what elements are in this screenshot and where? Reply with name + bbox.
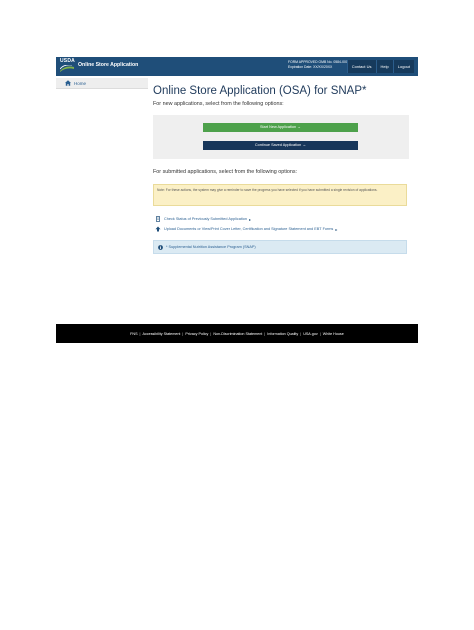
top-nav: Contact Us Help Logout [346, 60, 414, 73]
new-application-options: Start New Application → Continue Saved A… [153, 115, 409, 159]
start-new-application-button[interactable]: Start New Application → [203, 123, 358, 132]
check-status-link[interactable]: Check Status of Previously Submitted App… [153, 216, 251, 222]
chevron-right-icon: ▸ [248, 216, 251, 222]
footer-separator: | [319, 331, 321, 336]
omb-expiration: Expiration Date: XX/XX/20XX [288, 64, 333, 69]
sidebar: Home [56, 76, 148, 324]
upload-documents-link[interactable]: Upload Documents or View/Print Cover Let… [153, 226, 337, 232]
upload-documents-label: Upload Documents or View/Print Cover Let… [164, 227, 334, 231]
app-title: Online Store Application [78, 62, 139, 68]
contact-us-button[interactable]: Contact Us [346, 60, 376, 73]
footer-separator: | [264, 331, 266, 336]
footer-link-privacy[interactable]: Privacy Policy [185, 332, 208, 336]
usda-logo[interactable]: USDA [60, 58, 75, 73]
submitted-applications-intro: For submitted applications, select from … [153, 169, 298, 175]
home-icon [65, 80, 71, 86]
footer: FNS | Accessibility Statement | Privacy … [56, 324, 418, 343]
footer-separator: | [139, 331, 141, 336]
footer-link-information-quality[interactable]: Information Quality [267, 332, 298, 336]
footer-link-accessibility[interactable]: Accessibility Statement [143, 332, 181, 336]
footer-link-white-house[interactable]: White House [323, 332, 344, 336]
check-status-label: Check Status of Previously Submitted App… [164, 217, 247, 221]
info-icon [158, 244, 163, 250]
screenshot-frame: USDA Online Store Application FORM APPRO… [56, 57, 418, 343]
logout-button[interactable]: Logout [392, 60, 414, 73]
snap-info-bar: * Supplemental Nutrition Assistance Prog… [153, 240, 407, 254]
page-title: Online Store Application (OSA) for SNAP* [153, 85, 367, 97]
chevron-right-icon: ▸ [335, 226, 338, 232]
omb-info: FORM APPROVED OMB No. 0584-0008 Expirati… [288, 60, 350, 69]
footer-separator: | [182, 331, 184, 336]
upload-icon [155, 226, 161, 232]
sidebar-item-label: Home [74, 80, 87, 86]
logo-swoosh-icon [60, 65, 74, 72]
footer-separator: | [300, 331, 302, 336]
snap-note: * Supplemental Nutrition Assistance Prog… [166, 245, 256, 249]
logo-text: USDA [60, 58, 75, 64]
continue-saved-application-button[interactable]: Continue Saved Application → [203, 141, 358, 150]
reminder-note: Note: For these actions, the system may … [153, 184, 407, 206]
new-applications-intro: For new applications, select from the fo… [153, 101, 284, 107]
sidebar-item-home[interactable]: Home [56, 78, 148, 89]
footer-link-non-discrimination[interactable]: Non-Discrimination Statement [213, 332, 262, 336]
omb-number: FORM APPROVED OMB No. 0584-0008 [288, 60, 350, 64]
header-bar: USDA Online Store Application FORM APPRO… [56, 57, 418, 76]
footer-link-usa-gov[interactable]: USA.gov [303, 332, 318, 336]
footer-link-fns[interactable]: FNS [130, 332, 137, 336]
footer-separator: | [210, 331, 212, 336]
help-button[interactable]: Help [375, 60, 393, 73]
document-icon [156, 216, 160, 222]
